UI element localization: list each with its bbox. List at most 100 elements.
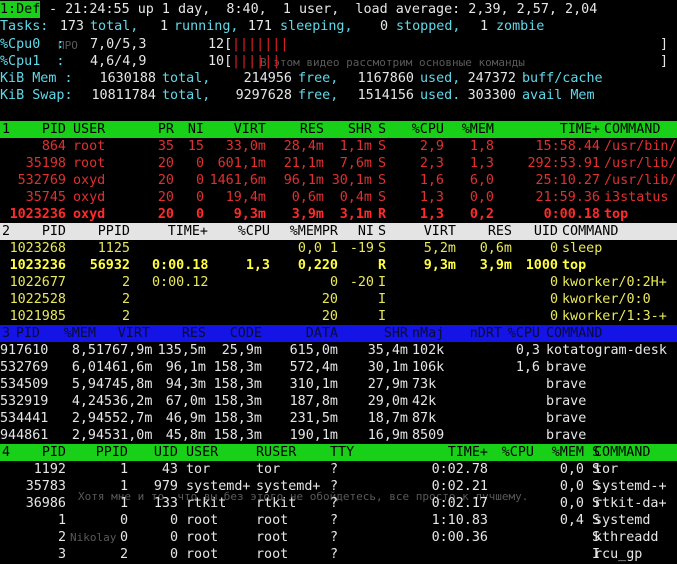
process-cell: root: [256, 547, 289, 562]
process-cell: brave: [546, 394, 587, 409]
win3-column-header[interactable]: DATA: [262, 325, 338, 342]
win4-column-header[interactable]: UID: [140, 444, 178, 461]
process-row[interactable]: 1192 1 43 tor tor? 0:02.78 0,0 Stor: [0, 461, 677, 478]
win2-column-header[interactable]: %CPU: [220, 223, 270, 240]
process-cell: oxyd: [73, 190, 106, 205]
win1-column-header[interactable]: %CPU: [390, 121, 444, 138]
win3-column-header[interactable]: CODE: [206, 325, 262, 342]
process-row[interactable]: 532919 4,2 4536,2m 67,0m 158,3m 187,8m 29,0m 42…: [0, 393, 677, 410]
process-cell: 0,0: [559, 496, 584, 511]
cpu0-value: 7,0/5,3: [90, 37, 147, 52]
process-row[interactable]: 1023268 1125 0,0 1 -19 S 5,2m 0,6m 0 sleep: [0, 240, 677, 257]
win2-column-header[interactable]: UID: [518, 223, 558, 240]
process-cell: S: [378, 139, 387, 154]
win1-column-header[interactable]: COMMAND: [604, 121, 677, 138]
win3-column-header[interactable]: %CPU: [500, 325, 540, 342]
process-cell: 29,0m: [367, 394, 408, 409]
process-cell: 2: [121, 275, 130, 290]
process-row[interactable]: 2 0 0 root root? 0:00.36 Skthreadd: [0, 529, 677, 546]
process-row[interactable]: 532769 6,0 1461,6m 96,1m 158,3m 572,4m 30,1m 10…: [0, 359, 677, 376]
win4-column-header[interactable]: PPID: [70, 444, 128, 461]
process-row[interactable]: 35783 1 979 systemd+ systemd+? 0:02.21 0,0 Ssys…: [0, 478, 677, 495]
win4-column-header[interactable]: RUSER: [256, 444, 326, 461]
process-cell: tor: [256, 462, 281, 477]
win4-column-header[interactable]: PID: [0, 444, 66, 461]
process-cell: 1:10.83: [431, 513, 488, 528]
win3-header-row[interactable]: 3 PID %MEM VIRT RES CODE DATA SHR nMaj nDRT %CPU CO…: [0, 325, 677, 342]
process-row[interactable]: 1022528 2 20 I 0 kworker/0:0: [0, 291, 677, 308]
win2-header-row[interactable]: 2 PID PPID TIME+ %CPU %MEM PR NI S VIRT RES UID COMM…: [0, 223, 677, 240]
process-row[interactable]: 864 root 35 15 33,0m 28,4m 1,1m S 2,9 1,8 15:58.44…: [0, 138, 677, 155]
win2-column-header[interactable]: PR: [316, 223, 338, 240]
win1-column-header[interactable]: NI: [176, 121, 204, 138]
process-row[interactable]: 1023236 56932 0:00.18 1,3 0,2 20 R 9,3m 3,9m 1000…: [0, 257, 677, 274]
process-row[interactable]: 35745 oxyd 20 0 19,4m 0,6m 0,4m S 1,3 0,0 21:59.36…: [0, 189, 677, 206]
win2-column-header[interactable]: TIME+: [152, 223, 208, 240]
swap-total: 10811784: [91, 88, 157, 103]
win3-column-header[interactable]: SHR: [340, 325, 408, 342]
process-cell: 33,0m: [225, 139, 266, 154]
process-row[interactable]: 1022677 2 0:00.12 0 -20 I 0 kworker/0:2H+: [0, 274, 677, 291]
process-cell: 2: [57, 530, 66, 545]
win1-column-header[interactable]: PR: [140, 121, 174, 138]
win2-column-header[interactable]: VIRT: [384, 223, 456, 240]
win3-column-header[interactable]: nMaj: [412, 325, 448, 342]
process-cell: 0: [549, 292, 558, 307]
win3-column-header[interactable]: %MEM: [44, 325, 96, 342]
win2-column-header[interactable]: %MEM: [272, 223, 322, 240]
win4-column-header[interactable]: %MEM: [540, 444, 584, 461]
win1-column-header[interactable]: S: [378, 121, 390, 138]
win1-column-header[interactable]: USER: [73, 121, 113, 138]
win1-column-header[interactable]: %MEM: [452, 121, 494, 138]
win2-column-header[interactable]: PID: [0, 223, 66, 240]
window-tab-label[interactable]: 1:Def: [0, 1, 41, 18]
process-row[interactable]: 917610 8,5 1767,9m 135,5m 25,9m 615,0m 35,4m 10…: [0, 342, 677, 359]
mem-used: 1167860: [357, 71, 414, 86]
process-cell: systemd: [594, 513, 651, 528]
process-cell: 0:00.18: [543, 207, 600, 222]
process-cell: 102k: [412, 343, 445, 358]
win1-column-header[interactable]: SHR: [328, 121, 372, 138]
process-row[interactable]: 35198 root 20 0 601,1m 21,1m 7,6m S 2,3 1,3 292:53…: [0, 155, 677, 172]
process-row[interactable]: 1023236 oxyd 20 0 9,3m 3,9m 3,1m R 1,3 0,2 0:00.18…: [0, 206, 677, 223]
win2-column-header[interactable]: COMMAND: [562, 223, 677, 240]
process-row[interactable]: 1 0 0 root root? 1:10.83 0,4 Ssystemd: [0, 512, 677, 529]
win1-header-row[interactable]: 1 PID USER PR NI VIRT RES SHR S %CPU %MEM TIME+ COMM…: [0, 121, 677, 138]
tasks-stopped: 0: [379, 19, 388, 34]
process-row[interactable]: 534509 5,9 4745,8m 94,3m 158,3m 310,1m 27,9m 73…: [0, 376, 677, 393]
win1-column-header[interactable]: PID: [0, 121, 66, 138]
win2-column-header[interactable]: PPID: [70, 223, 130, 240]
win1-column-header[interactable]: TIME+: [496, 121, 600, 138]
process-cell: 42k: [412, 394, 437, 409]
process-row[interactable]: 36986 1 133 rtkit rtkit? 0:02.17 0,0 Srtkit-da+: [0, 495, 677, 512]
win4-column-header[interactable]: TTY: [330, 444, 354, 461]
win4-column-header[interactable]: TIME+: [376, 444, 488, 461]
process-row[interactable]: 1021985 2 20 I 0 kworker/1:3-+: [0, 308, 677, 325]
process-row[interactable]: 532769 oxyd 20 0 1461,6m 96,1m 30,1m S 1,6 6,0 25:…: [0, 172, 677, 189]
win3-column-header[interactable]: RES: [150, 325, 206, 342]
win1-column-header[interactable]: RES: [268, 121, 324, 138]
win4-column-header[interactable]: %CPU: [490, 444, 534, 461]
process-row[interactable]: 534441 2,9 4552,7m 46,9m 158,3m 231,5m 18,7m 87…: [0, 410, 677, 427]
process-cell: -20: [349, 275, 374, 290]
win1-column-header[interactable]: VIRT: [208, 121, 266, 138]
win2-column-header[interactable]: RES: [460, 223, 512, 240]
process-cell: 0: [119, 513, 128, 528]
win4-column-header[interactable]: USER: [186, 444, 246, 461]
process-cell: 43: [161, 462, 178, 477]
process-cell: 1,3: [419, 190, 444, 205]
process-cell: systemd+: [256, 479, 321, 494]
win4-column-header[interactable]: COMMAND: [594, 444, 677, 461]
process-row[interactable]: 944861 2,9 4531,0m 45,8m 158,3m 190,1m 16,9m 85…: [0, 427, 677, 444]
process-row[interactable]: 3 2 0 root root? Ircu_gp: [0, 546, 677, 563]
win3-column-header[interactable]: VIRT: [96, 325, 150, 342]
tasks-running: 1: [159, 19, 168, 34]
win2-column-header[interactable]: NI: [340, 223, 374, 240]
win4-header-row[interactable]: 4 PID PPID UID USER RUSER TTY TIME+ %CPU %MEM S COM…: [0, 444, 677, 461]
process-cell: brave: [546, 428, 587, 443]
win3-column-header[interactable]: COMMAND: [546, 325, 677, 342]
process-cell: 4,2: [71, 394, 96, 409]
win3-column-header[interactable]: PID: [0, 325, 40, 342]
win3-column-header[interactable]: nDRT: [450, 325, 502, 342]
process-cell: root: [256, 530, 289, 545]
